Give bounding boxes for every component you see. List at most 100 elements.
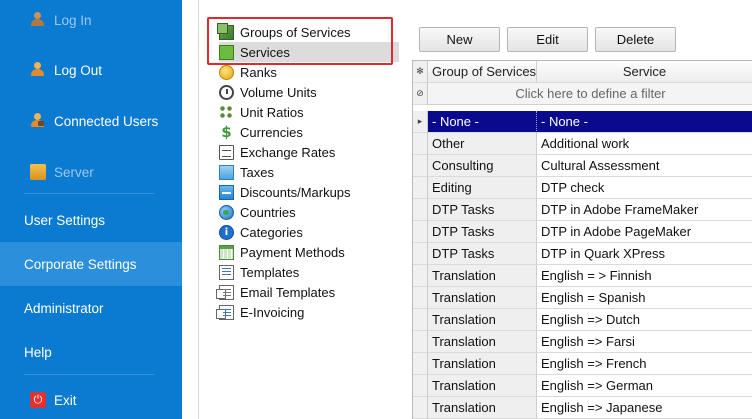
tree-item-email-templates[interactable]: Email Templates xyxy=(216,282,335,302)
cell-service[interactable]: English = Spanish xyxy=(537,287,752,309)
table-row[interactable]: Translation English => Dutch xyxy=(413,309,752,331)
cell-service[interactable]: Additional work xyxy=(537,133,752,155)
tree-item-label: Payment Methods xyxy=(240,244,345,260)
cell-service[interactable]: DTP in Adobe PageMaker xyxy=(537,221,752,243)
delete-button[interactable]: Delete xyxy=(595,27,676,52)
cell-group[interactable]: DTP Tasks xyxy=(428,199,537,221)
table-row[interactable]: Translation English = Spanish xyxy=(413,287,752,309)
current-row-indicator-icon[interactable]: ▸ xyxy=(413,111,428,133)
cell-group[interactable]: Translation xyxy=(428,375,537,397)
tree-item-label: Categories xyxy=(240,224,303,240)
sidebar-item-server[interactable]: Server xyxy=(0,152,182,192)
row-indicator[interactable] xyxy=(413,155,428,177)
exit-icon: ⏻ xyxy=(30,392,46,408)
cell-group[interactable]: Translation xyxy=(428,309,537,331)
cell-group[interactable]: DTP Tasks xyxy=(428,221,537,243)
sidebar-item-administrator[interactable]: Administrator xyxy=(0,288,182,328)
sidebar-item-log-out[interactable]: Log Out xyxy=(0,50,182,90)
cell-group[interactable]: Translation xyxy=(428,331,537,353)
sidebar-item-corporate-settings[interactable]: Corporate Settings xyxy=(0,242,182,286)
sidebar-item-label: Help xyxy=(24,344,52,360)
tree-item-label: Discounts/Markups xyxy=(240,184,351,200)
sidebar-item-connected-users[interactable]: Connected Users xyxy=(0,101,182,141)
tree-item-countries[interactable]: Countries xyxy=(219,202,296,222)
cell-group[interactable]: Translation xyxy=(428,265,537,287)
tree-item-services[interactable]: Services xyxy=(219,42,399,62)
cell-service[interactable]: English = > Finnish xyxy=(537,265,752,287)
row-indicator[interactable] xyxy=(413,177,428,199)
tree-item-categories[interactable]: Categories xyxy=(219,222,303,242)
sidebar-item-exit[interactable]: ⏻ Exit xyxy=(0,380,182,419)
row-indicator[interactable] xyxy=(413,133,428,155)
edit-button[interactable]: Edit xyxy=(507,27,588,52)
tree-item-label: Taxes xyxy=(240,164,274,180)
table-row[interactable]: Editing DTP check xyxy=(413,177,752,199)
table-row[interactable]: Translation English => Japanese xyxy=(413,397,752,419)
cell-group[interactable]: - None - xyxy=(428,111,537,133)
cell-service[interactable]: English => German xyxy=(537,375,752,397)
sidebar-item-help[interactable]: Help xyxy=(0,332,182,372)
table-row[interactable]: Other Additional work xyxy=(413,133,752,155)
tree-item-unit-ratios[interactable]: Unit Ratios xyxy=(219,102,304,122)
sidebar-item-log-in[interactable]: Log In xyxy=(0,0,182,40)
tree-item-taxes[interactable]: Taxes xyxy=(219,162,274,182)
cell-service[interactable]: DTP in Adobe FrameMaker xyxy=(537,199,752,221)
tree-item-label: Ranks xyxy=(240,64,277,80)
table-row[interactable]: Consulting Cultural Assessment xyxy=(413,155,752,177)
table-row[interactable]: DTP Tasks DTP in Adobe FrameMaker xyxy=(413,199,752,221)
tree-item-e-invoicing[interactable]: E-Invoicing xyxy=(216,302,304,322)
cell-service[interactable]: - None - xyxy=(537,111,752,133)
cell-group[interactable]: Translation xyxy=(428,353,537,375)
table-row[interactable]: DTP Tasks DTP in Adobe PageMaker xyxy=(413,221,752,243)
e-invoicing-icon xyxy=(216,304,234,320)
discounts-icon xyxy=(219,184,234,200)
row-indicator[interactable] xyxy=(413,265,428,287)
table-row[interactable]: Translation English => French xyxy=(413,353,752,375)
sidebar-divider xyxy=(24,193,154,194)
table-row[interactable]: ▸ - None -- None - xyxy=(413,111,752,133)
cell-group[interactable]: Editing xyxy=(428,177,537,199)
table-row[interactable]: Translation English => Farsi xyxy=(413,331,752,353)
cell-service[interactable]: English => Japanese xyxy=(537,397,752,419)
tree-item-discounts-markups[interactable]: Discounts/Markups xyxy=(219,182,351,202)
tree-item-templates[interactable]: Templates xyxy=(219,262,299,282)
row-indicator[interactable] xyxy=(413,221,428,243)
cell-service[interactable]: Cultural Assessment xyxy=(537,155,752,177)
cell-group[interactable]: Translation xyxy=(428,397,537,419)
row-indicator[interactable] xyxy=(413,353,428,375)
row-indicator[interactable] xyxy=(413,309,428,331)
cell-group[interactable]: Translation xyxy=(428,287,537,309)
cell-group[interactable]: DTP Tasks xyxy=(428,243,537,265)
cell-service[interactable]: English => Dutch xyxy=(537,309,752,331)
filter-row-prompt[interactable]: Click here to define a filter xyxy=(428,83,752,105)
settings-tree: Groups of Services Services Ranks Volume… xyxy=(198,0,408,419)
table-row[interactable]: Translation English = > Finnish xyxy=(413,265,752,287)
row-indicator[interactable] xyxy=(413,287,428,309)
row-indicator[interactable] xyxy=(413,243,428,265)
row-indicator[interactable] xyxy=(413,331,428,353)
column-header-service[interactable]: Service xyxy=(537,61,752,83)
new-button[interactable]: New xyxy=(419,27,500,52)
row-indicator[interactable] xyxy=(413,375,428,397)
tree-item-ranks[interactable]: Ranks xyxy=(219,62,277,82)
tree-item-exchange-rates[interactable]: Exchange Rates xyxy=(219,142,335,162)
tree-item-label: Services xyxy=(240,44,290,60)
tree-item-currencies[interactable]: $ Currencies xyxy=(219,122,303,142)
sidebar-item-user-settings[interactable]: User Settings xyxy=(0,200,182,240)
cell-service[interactable]: DTP check xyxy=(537,177,752,199)
tree-item-volume-units[interactable]: Volume Units xyxy=(219,82,317,102)
tree-item-payment-methods[interactable]: Payment Methods xyxy=(219,242,345,262)
cell-service[interactable]: DTP in Quark XPress xyxy=(537,243,752,265)
tree-item-groups-of-services[interactable]: Groups of Services xyxy=(217,22,351,42)
cell-group[interactable]: Consulting xyxy=(428,155,537,177)
row-indicator[interactable] xyxy=(413,397,428,419)
table-row[interactable]: Translation English => German xyxy=(413,375,752,397)
column-header-group[interactable]: Group of Services xyxy=(428,61,537,83)
grid-corner-icon[interactable]: ✻ xyxy=(413,61,428,83)
server-icon xyxy=(30,164,46,180)
cell-service[interactable]: English => French xyxy=(537,353,752,375)
cell-service[interactable]: English => Farsi xyxy=(537,331,752,353)
cell-group[interactable]: Other xyxy=(428,133,537,155)
table-row[interactable]: DTP Tasks DTP in Quark XPress xyxy=(413,243,752,265)
row-indicator[interactable] xyxy=(413,199,428,221)
